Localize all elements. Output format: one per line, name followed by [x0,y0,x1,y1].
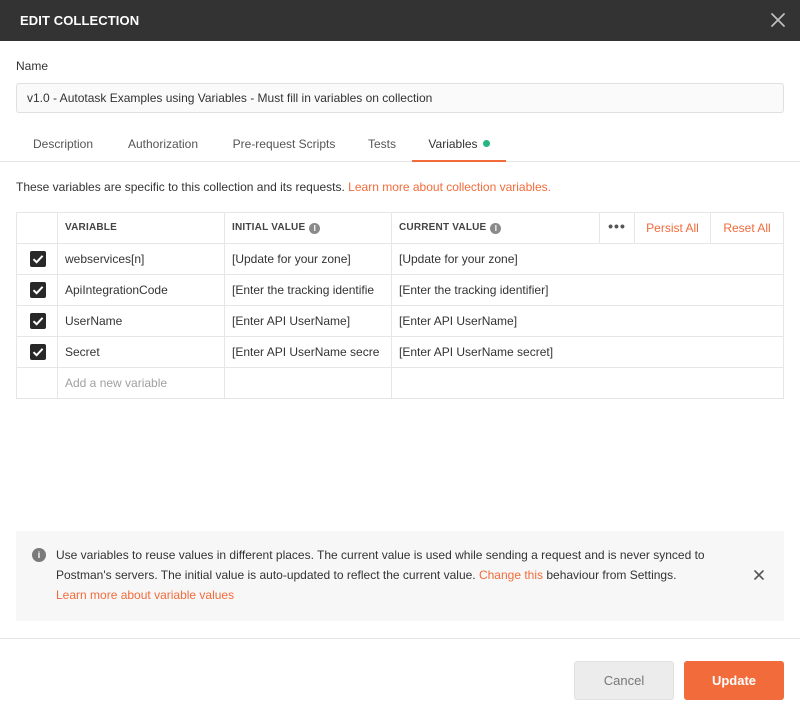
row-checkbox-cell [17,368,58,398]
tab-label: Authorization [128,137,198,151]
enabled-checkbox[interactable] [30,344,46,360]
row-checkbox-cell [17,306,58,336]
changes-indicator-dot [483,140,490,147]
initial-value-cell[interactable]: [Enter API UserName] [225,306,392,336]
tab-tests[interactable]: Tests [355,130,409,162]
info-icon: i [32,548,46,562]
current-value-cell[interactable]: [Enter API UserName] [392,306,783,336]
header-checkbox-cell [17,213,58,243]
current-value-cell[interactable]: [Update for your zone] [392,244,783,274]
tab-label: Description [33,137,93,151]
current-value-cell[interactable]: [Enter the tracking identifier] [392,275,783,305]
close-icon [768,10,788,30]
name-label: Name [16,59,48,73]
variable-name-cell[interactable]: Secret [58,337,225,367]
column-header-variable: VARIABLE [58,213,225,243]
new-current-value-cell[interactable] [392,368,783,398]
variables-info-text: These variables are specific to this col… [16,180,345,194]
initial-value-cell[interactable]: [Enter the tracking identifie [225,275,392,305]
column-header-initial-value-label: INITIAL VALUE [232,222,305,233]
add-new-variable-input[interactable]: Add a new variable [58,368,225,398]
tab-label: Pre-request Scripts [233,137,336,151]
column-header-current-value-label: CURRENT VALUE [399,222,486,233]
row-checkbox-cell [17,275,58,305]
dismiss-notice-button[interactable] [752,568,766,582]
table-header-row: VARIABLE INITIAL VALUE i CURRENT VALUE i •… [17,213,783,244]
variable-name-cell[interactable]: ApiIntegrationCode [58,275,225,305]
tab-label: Variables [428,137,477,151]
table-row: Secret [Enter API UserName secre [Enter … [17,337,783,368]
notice-text-part-2: behaviour from Settings. [546,568,676,582]
new-initial-value-cell[interactable] [225,368,392,398]
cancel-button[interactable]: Cancel [574,661,674,700]
current-value-cell[interactable]: [Enter API UserName secret] [392,337,783,367]
enabled-checkbox[interactable] [30,251,46,267]
checkmark-icon [30,344,46,360]
variables-notice: i Use variables to reuse values in diffe… [16,531,784,621]
enabled-checkbox[interactable] [30,282,46,298]
close-icon [752,568,766,582]
tab-authorization[interactable]: Authorization [113,130,213,162]
learn-more-collection-variables-link[interactable]: Learn more about collection variables. [348,180,551,194]
tab-variables[interactable]: Variables [412,130,506,162]
info-icon[interactable]: i [490,223,501,234]
change-this-link[interactable]: Change this [479,568,543,582]
checkmark-icon [30,251,46,267]
initial-value-cell[interactable]: [Enter API UserName secre [225,337,392,367]
tab-pre-request-scripts[interactable]: Pre-request Scripts [220,130,348,162]
tab-description[interactable]: Description [16,130,110,162]
tab-bar: Description Authorization Pre-request Sc… [0,130,800,162]
dialog-header: EDIT COLLECTION [0,0,800,41]
notice-text: Use variables to reuse values in differe… [56,545,746,605]
new-variable-row: Add a new variable [17,368,783,399]
variables-table: VARIABLE INITIAL VALUE i CURRENT VALUE i •… [16,212,784,399]
checkmark-icon [30,282,46,298]
dialog-footer: Cancel Update [0,638,800,719]
more-options-button[interactable]: ••• [599,213,635,243]
variable-name-cell[interactable]: UserName [58,306,225,336]
variable-name-cell[interactable]: webservices[n] [58,244,225,274]
variables-description: These variables are specific to this col… [16,180,551,194]
info-icon[interactable]: i [309,223,320,234]
enabled-checkbox[interactable] [30,313,46,329]
initial-value-cell[interactable]: [Update for your zone] [225,244,392,274]
row-checkbox-cell [17,244,58,274]
dialog-title: EDIT COLLECTION [20,13,139,28]
learn-more-variable-values-link[interactable]: Learn more about variable values [56,588,234,602]
update-button[interactable]: Update [684,661,784,700]
checkmark-icon [30,313,46,329]
persist-all-button[interactable]: Persist All [635,213,711,243]
name-input[interactable] [16,83,784,113]
tab-label: Tests [368,137,396,151]
table-row: ApiIntegrationCode [Enter the tracking i… [17,275,783,306]
close-button[interactable] [768,10,788,30]
table-row: UserName [Enter API UserName] [Enter API… [17,306,783,337]
column-header-initial-value: INITIAL VALUE i [225,213,392,243]
table-row: webservices[n] [Update for your zone] [U… [17,244,783,275]
row-checkbox-cell [17,337,58,367]
reset-all-button[interactable]: Reset All [711,213,783,243]
